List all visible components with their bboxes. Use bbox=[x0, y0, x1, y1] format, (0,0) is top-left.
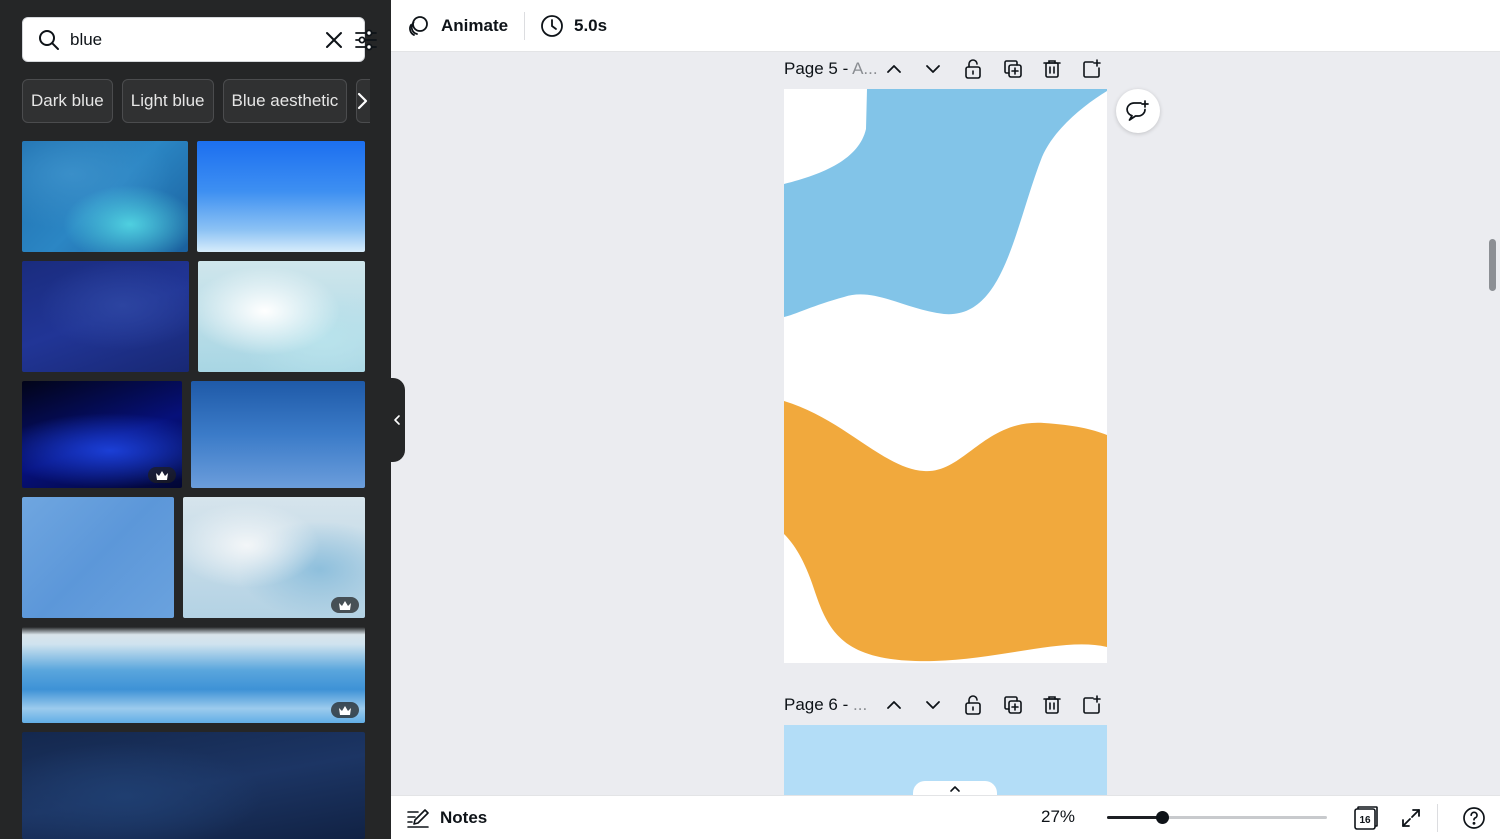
premium-badge bbox=[148, 467, 176, 483]
page-5-name: A... bbox=[852, 59, 878, 78]
page-6-header: Page 6 - ... bbox=[784, 690, 1114, 720]
image-result[interactable] bbox=[22, 141, 188, 252]
chevron-left-icon bbox=[394, 415, 400, 425]
crown-icon bbox=[339, 705, 351, 715]
page-5-label: Page 5 - bbox=[784, 59, 853, 78]
page-5-canvas[interactable] bbox=[784, 89, 1107, 663]
add-page-icon bbox=[1083, 695, 1101, 714]
editor-toolbar: Animate 5.0s bbox=[391, 0, 1500, 52]
grid-view-button[interactable]: 16 bbox=[1353, 805, 1379, 831]
lock-page-button[interactable] bbox=[961, 693, 985, 717]
crown-icon bbox=[339, 600, 351, 610]
premium-badge bbox=[331, 597, 359, 613]
animate-label: Animate bbox=[441, 16, 509, 35]
zoom-slider-fill bbox=[1107, 816, 1162, 819]
page-6-title[interactable]: Page 6 - ... bbox=[784, 695, 867, 715]
notes-label: Notes bbox=[440, 808, 488, 827]
add-page-icon bbox=[1083, 59, 1101, 78]
orange-wave-shape[interactable] bbox=[784, 401, 1107, 662]
duplicate-icon bbox=[1004, 60, 1022, 78]
move-page-down-button[interactable] bbox=[921, 57, 945, 81]
duplicate-page-button[interactable] bbox=[1001, 693, 1025, 717]
duplicate-page-button[interactable] bbox=[1001, 57, 1025, 81]
add-comment-icon bbox=[1126, 100, 1149, 121]
canvas-scrollbar[interactable] bbox=[1489, 239, 1496, 291]
chevron-down-icon bbox=[926, 65, 940, 73]
zoom-level-label[interactable]: 27% bbox=[1041, 807, 1075, 827]
help-button[interactable] bbox=[1461, 805, 1487, 831]
add-page-button[interactable] bbox=[1080, 57, 1104, 81]
image-result[interactable] bbox=[197, 141, 365, 252]
chevron-up-icon bbox=[887, 701, 901, 709]
image-result[interactable] bbox=[22, 261, 189, 372]
image-result[interactable] bbox=[22, 627, 365, 723]
move-page-down-button[interactable] bbox=[921, 693, 945, 717]
notes-icon bbox=[407, 809, 429, 828]
fullscreen-icon bbox=[1402, 809, 1420, 827]
lock-icon bbox=[965, 59, 981, 79]
chevron-right-icon bbox=[357, 92, 368, 110]
add-comment-button[interactable] bbox=[1116, 89, 1160, 133]
search-box bbox=[22, 17, 377, 62]
duration-button[interactable]: 5.0s bbox=[540, 13, 607, 39]
chevron-up-icon bbox=[887, 65, 901, 73]
animate-icon bbox=[409, 16, 428, 36]
clear-icon[interactable] bbox=[323, 29, 345, 51]
chips-next-button[interactable] bbox=[350, 86, 374, 116]
page-5-title[interactable]: Page 5 - A... bbox=[784, 59, 878, 79]
trash-icon bbox=[1043, 696, 1061, 714]
help-icon bbox=[1463, 807, 1485, 829]
move-page-up-button[interactable] bbox=[882, 693, 906, 717]
suggestion-chips: Dark blue Light blue Blue aesthetic bbox=[22, 79, 371, 123]
image-result[interactable] bbox=[183, 497, 365, 618]
page-5-design bbox=[784, 89, 1107, 662]
image-result[interactable] bbox=[22, 732, 365, 839]
chip-blue-aesthetic[interactable]: Blue aesthetic bbox=[222, 79, 348, 123]
search-icon bbox=[39, 30, 59, 50]
filter-icon[interactable] bbox=[354, 28, 378, 52]
animate-button[interactable]: Animate bbox=[407, 13, 508, 39]
duplicate-icon bbox=[1004, 696, 1022, 714]
image-result[interactable] bbox=[198, 261, 365, 372]
bottom-bar: Notes 27% 16 bbox=[391, 795, 1500, 839]
chip-dark-blue[interactable]: Dark blue bbox=[22, 79, 113, 123]
page-6-label: Page 6 - bbox=[784, 695, 853, 714]
chevron-down-icon bbox=[926, 701, 940, 709]
page-6-name: ... bbox=[853, 695, 868, 714]
move-page-up-button[interactable] bbox=[882, 57, 906, 81]
page-5-header: Page 5 - A... bbox=[784, 54, 1114, 84]
search-input[interactable] bbox=[70, 27, 290, 53]
lock-icon bbox=[965, 695, 981, 715]
premium-badge bbox=[331, 702, 359, 718]
delete-page-button[interactable] bbox=[1040, 57, 1064, 81]
zoom-slider-thumb[interactable] bbox=[1156, 811, 1169, 824]
lock-page-button[interactable] bbox=[961, 57, 985, 81]
image-result[interactable] bbox=[22, 381, 182, 488]
clock-icon bbox=[541, 15, 563, 37]
chip-light-blue[interactable]: Light blue bbox=[121, 79, 214, 123]
page-count: 16 bbox=[1359, 815, 1371, 826]
chevron-up-icon bbox=[950, 786, 960, 792]
bottom-divider bbox=[1437, 804, 1438, 832]
duration-label: 5.0s bbox=[574, 16, 608, 35]
image-result[interactable] bbox=[22, 497, 174, 618]
notes-button[interactable]: Notes bbox=[407, 805, 487, 831]
grid-view-icon: 16 bbox=[1354, 806, 1378, 830]
collapse-panel-button[interactable] bbox=[389, 378, 405, 462]
zoom-slider[interactable] bbox=[1107, 811, 1327, 824]
side-panel: Dark blue Light blue Blue aesthetic bbox=[0, 0, 391, 839]
crown-icon bbox=[156, 470, 168, 480]
blue-wave-shape[interactable] bbox=[784, 89, 1107, 317]
delete-page-button[interactable] bbox=[1040, 693, 1064, 717]
image-result[interactable] bbox=[191, 381, 365, 488]
toolbar-divider bbox=[524, 12, 525, 40]
add-page-button[interactable] bbox=[1080, 693, 1104, 717]
trash-icon bbox=[1043, 60, 1061, 78]
fullscreen-button[interactable] bbox=[1398, 805, 1424, 831]
